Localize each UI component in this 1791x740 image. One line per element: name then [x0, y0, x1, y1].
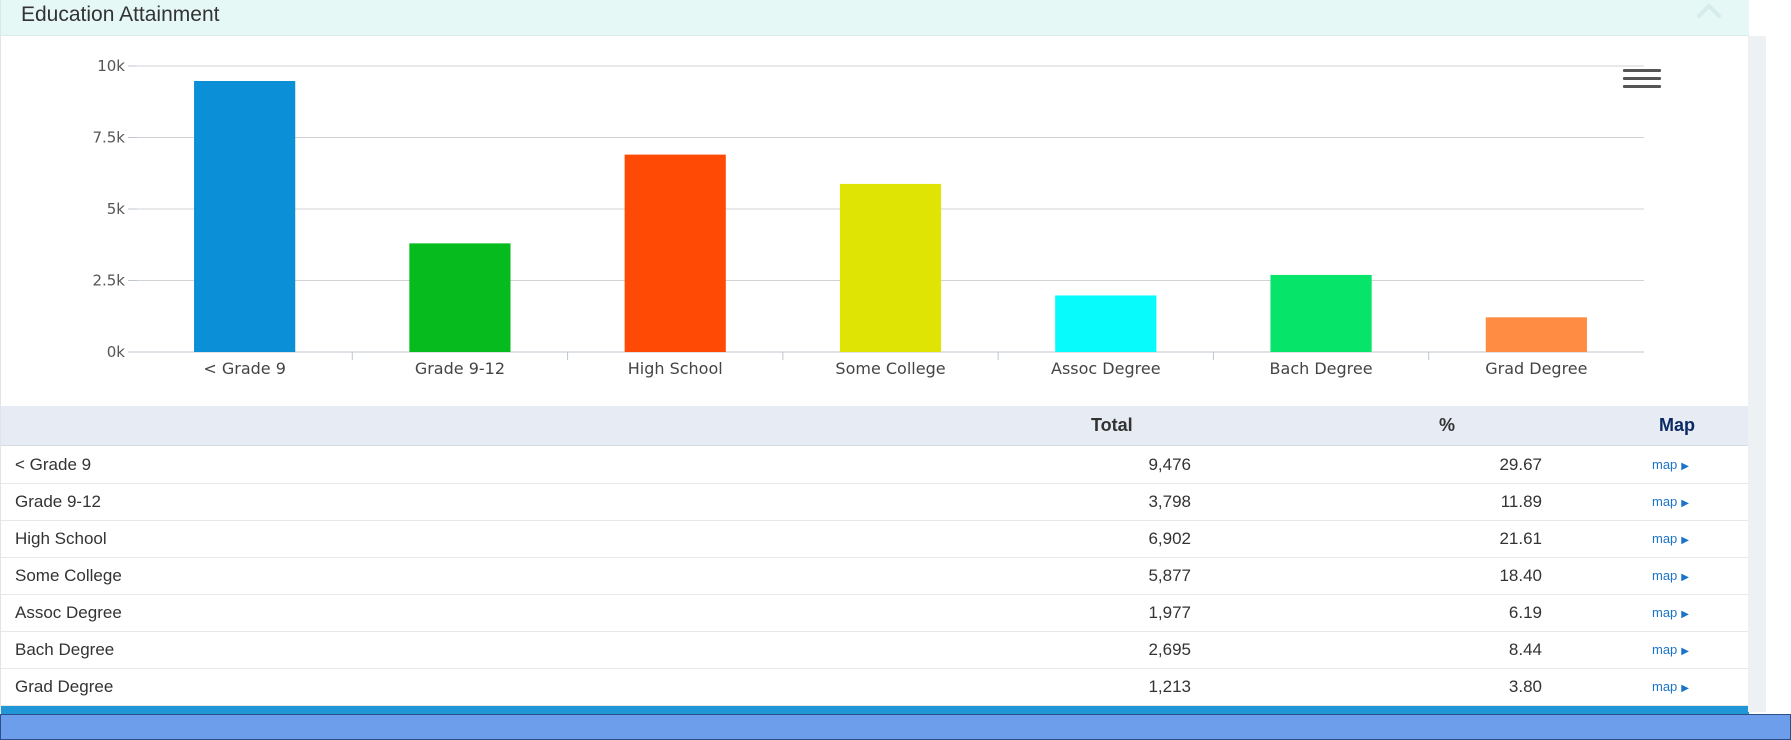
panel-header: Education Attainment	[1, 0, 1749, 36]
y-tick-label: 7.5k	[92, 129, 125, 147]
bar	[194, 80, 296, 353]
map-link-label: map	[1652, 494, 1678, 509]
row-name: Some College	[15, 566, 122, 585]
map-link[interactable]: map ▶	[1652, 531, 1689, 546]
row-percent: 18.40	[1499, 566, 1542, 585]
row-name: Assoc Degree	[15, 603, 122, 622]
play-arrow-icon: ▶	[1681, 646, 1689, 657]
row-total: 9,476	[1148, 455, 1191, 474]
row-name: Grad Degree	[15, 677, 114, 696]
map-link-label: map	[1652, 642, 1678, 657]
x-category-label: < Grade 9	[203, 359, 286, 378]
y-tick-label: 5k	[107, 200, 126, 218]
chart-menu-button[interactable]	[1623, 69, 1661, 91]
table-row: Grade 9-12 3,798 11.89 map ▶	[1, 484, 1749, 521]
play-arrow-icon: ▶	[1681, 683, 1689, 694]
map-link[interactable]: map ▶	[1652, 568, 1689, 583]
map-link[interactable]: map ▶	[1652, 605, 1689, 620]
panel-title: Education Attainment	[21, 3, 220, 26]
play-arrow-icon: ▶	[1681, 461, 1689, 472]
map-link-label: map	[1652, 457, 1678, 472]
map-link[interactable]: map ▶	[1652, 642, 1689, 657]
row-total: 6,902	[1148, 529, 1191, 548]
table-row: Grad Degree 1,213 3.80 map ▶	[1, 669, 1749, 706]
hamburger-menu-icon	[1623, 69, 1661, 88]
play-arrow-icon: ▶	[1681, 535, 1689, 546]
x-category-label: Grad Degree	[1485, 359, 1587, 378]
row-percent: 21.61	[1499, 529, 1542, 548]
bar	[1485, 317, 1587, 352]
row-percent: 6.19	[1508, 603, 1542, 622]
row-percent: 8.44	[1508, 640, 1542, 659]
table-body: < Grade 9 9,476 29.67 map ▶ Grade 9-12 3,…	[1, 447, 1749, 706]
education-attainment-panel: Education Attainment 0k 2.5k 5k 7.5k 10k < Gr…	[0, 0, 1749, 714]
bar	[1055, 295, 1157, 352]
row-percent: 3.80	[1508, 677, 1542, 696]
row-percent: 11.89	[1500, 492, 1542, 511]
map-link[interactable]: map ▶	[1652, 457, 1689, 472]
panel-bottom-accent	[1, 706, 1749, 714]
chevron-up-icon[interactable]	[1693, 0, 1725, 20]
x-category-label: Bach Degree	[1270, 359, 1373, 378]
row-name: High School	[15, 529, 107, 548]
x-category-label: High School	[628, 359, 723, 378]
play-arrow-icon: ▶	[1681, 572, 1689, 583]
y-tick-label: 0k	[107, 343, 126, 361]
map-link[interactable]: map ▶	[1652, 679, 1689, 694]
table-row: High School 6,902 21.61 map ▶	[1, 521, 1749, 558]
table-header: Total % Map	[1, 406, 1749, 446]
bar	[409, 243, 511, 352]
scrollbar-track[interactable]	[1748, 36, 1766, 712]
header-total: Total	[1091, 415, 1133, 435]
map-link-label: map	[1652, 568, 1678, 583]
x-category-label: Grade 9-12	[415, 359, 505, 378]
bars	[194, 80, 1587, 353]
table-row: Assoc Degree 1,977 6.19 map ▶	[1, 595, 1749, 632]
y-tick-label: 2.5k	[92, 272, 125, 290]
x-category-label: Assoc Degree	[1051, 359, 1161, 378]
map-link[interactable]: map ▶	[1652, 494, 1689, 509]
bar	[1270, 274, 1372, 352]
footer-bar	[0, 714, 1791, 740]
header-percent: %	[1439, 415, 1456, 435]
map-link-label: map	[1652, 679, 1678, 694]
map-link-label: map	[1652, 605, 1678, 620]
table-row: Bach Degree 2,695 8.44 map ▶	[1, 632, 1749, 669]
row-total: 1,213	[1148, 677, 1191, 696]
play-arrow-icon: ▶	[1681, 498, 1689, 509]
row-total: 1,977	[1148, 603, 1191, 622]
table-row: < Grade 9 9,476 29.67 map ▶	[1, 447, 1749, 484]
bar	[839, 183, 942, 352]
bar	[624, 154, 726, 352]
play-arrow-icon: ▶	[1681, 609, 1689, 620]
row-total: 2,695	[1148, 640, 1191, 659]
education-bar-chart: 0k 2.5k 5k 7.5k 10k < Grade 9 Grade 9-12 High S…	[92, 57, 1644, 378]
map-link-label: map	[1652, 531, 1678, 546]
table-row: Some College 5,877 18.40 map ▶	[1, 558, 1749, 595]
row-name: Bach Degree	[15, 640, 115, 659]
header-map: Map	[1659, 415, 1695, 435]
row-percent: 29.67	[1499, 455, 1542, 474]
row-name: < Grade 9	[15, 455, 92, 474]
row-total: 5,877	[1148, 566, 1191, 585]
x-category-label: Some College	[835, 359, 945, 378]
y-tick-label: 10k	[97, 57, 125, 75]
row-total: 3,798	[1148, 492, 1191, 511]
row-name: Grade 9-12	[15, 492, 101, 511]
